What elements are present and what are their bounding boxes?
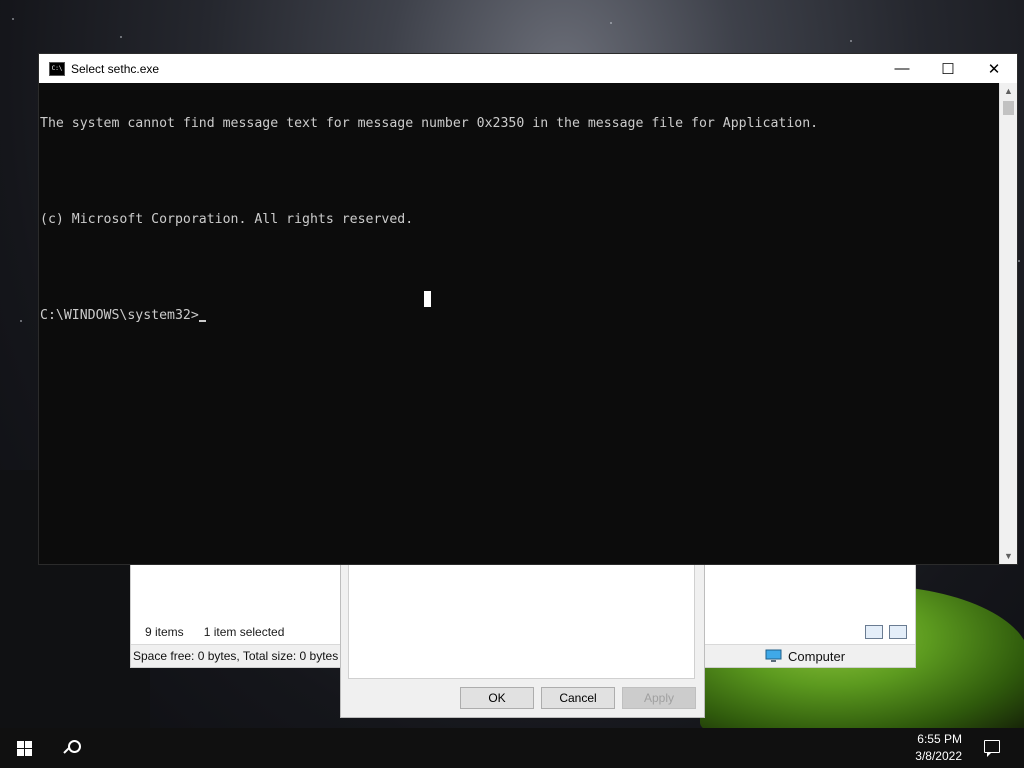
notification-center-icon[interactable] xyxy=(984,740,1000,757)
command-prompt-window[interactable]: C:\ Select sethc.exe — ☐ ✕ The system ca… xyxy=(38,53,1018,565)
clock-time: 6:55 PM xyxy=(917,732,962,746)
mouse-pointer-ibeam xyxy=(424,291,431,307)
prompt-line[interactable]: C:\WINDOWS\system32> xyxy=(40,308,999,324)
minimize-button[interactable]: — xyxy=(879,54,925,83)
star xyxy=(850,40,852,42)
selection-count: 1 item selected xyxy=(203,625,285,639)
clock-date: 3/8/2022 xyxy=(915,749,962,763)
close-icon: ✕ xyxy=(987,60,1001,78)
ok-button[interactable]: OK xyxy=(460,687,534,709)
search-icon xyxy=(64,740,81,756)
console-icon: C:\ xyxy=(49,61,65,76)
computer-icon xyxy=(765,649,782,662)
windows-logo-icon xyxy=(16,740,32,756)
scroll-down-arrow-icon[interactable]: ▼ xyxy=(1000,548,1017,564)
details-view-icon[interactable] xyxy=(865,625,883,639)
taskbar: 6:55 PM 3/8/2022 xyxy=(0,728,1024,768)
star xyxy=(20,320,22,322)
cancel-button[interactable]: Cancel xyxy=(541,687,615,709)
system-clock[interactable]: 6:55 PM 3/8/2022 xyxy=(892,731,962,765)
apply-button[interactable]: Apply xyxy=(622,687,696,709)
maximize-button[interactable]: ☐ xyxy=(925,54,971,83)
vertical-scrollbar[interactable]: ▲ ▼ xyxy=(999,83,1017,564)
console-title-bar[interactable]: C:\ Select sethc.exe — ☐ ✕ xyxy=(39,54,1017,83)
command-prompt: C:\WINDOWS\system32> xyxy=(40,308,199,323)
close-button[interactable]: ✕ xyxy=(971,54,1017,83)
star xyxy=(610,22,612,24)
maximize-icon: ☐ xyxy=(941,60,955,78)
star xyxy=(1018,260,1020,262)
space-info: Space free: 0 bytes, Total size: 0 bytes xyxy=(133,649,339,663)
location-indicator: Computer xyxy=(765,645,845,667)
text-cursor xyxy=(198,320,206,322)
properties-dialog[interactable]: OK Cancel Apply xyxy=(340,560,705,718)
location-label: Computer xyxy=(788,648,846,664)
window-title: Select sethc.exe xyxy=(71,61,160,76)
console-line: (c) Microsoft Corporation. All rights re… xyxy=(40,212,414,227)
large-icons-view-icon[interactable] xyxy=(889,625,907,639)
explorer-status-bar: 9 items 1 item selected xyxy=(145,625,284,639)
item-count: 9 items xyxy=(145,625,184,639)
properties-content-pane xyxy=(348,561,695,679)
view-toggle[interactable] xyxy=(865,625,907,639)
star xyxy=(120,36,122,38)
console-line: The system cannot find message text for … xyxy=(40,116,819,131)
star xyxy=(12,18,14,20)
minimize-icon: — xyxy=(894,60,910,77)
console-output[interactable]: The system cannot find message text for … xyxy=(40,84,999,564)
search-button[interactable] xyxy=(48,728,96,768)
scroll-thumb[interactable] xyxy=(1003,101,1014,115)
start-button[interactable] xyxy=(0,728,48,768)
scroll-up-arrow-icon[interactable]: ▲ xyxy=(1000,83,1017,99)
